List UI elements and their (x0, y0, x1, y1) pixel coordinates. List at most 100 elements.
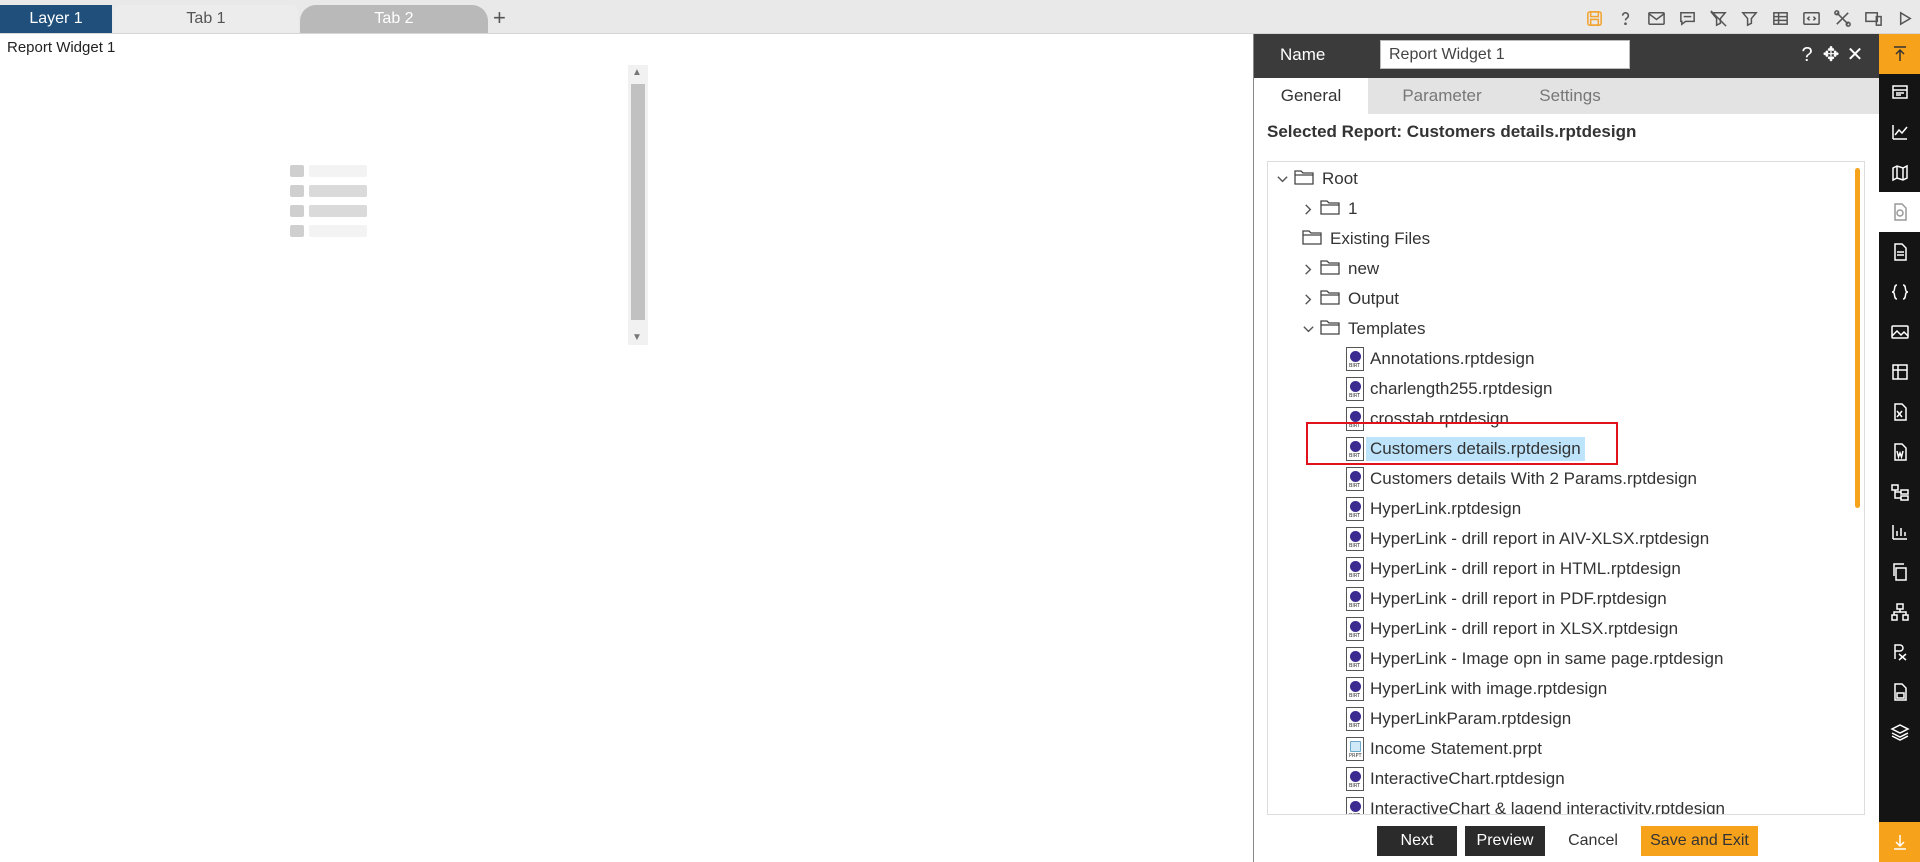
tree-file[interactable]: BIRT crosstab.rptdesign (1346, 406, 1509, 432)
birt-file-icon: BIRT (1346, 707, 1364, 731)
tree-item-label: HyperLink - drill report in XLSX.rptdesi… (1370, 619, 1679, 638)
tree-file[interactable]: BIRT HyperLink - drill report in AIV-XLSX… (1346, 526, 1709, 552)
scroll-up-icon[interactable]: ▲ (632, 67, 642, 78)
chevron-right-icon[interactable] (1300, 293, 1316, 306)
tree-file[interactable]: PRPT Income Statement.prpt (1346, 736, 1542, 762)
tree-file[interactable]: BIRT HyperLink - drill report in HTML.rpt… (1346, 556, 1681, 582)
image-icon[interactable] (1879, 312, 1920, 352)
next-button[interactable]: Next (1377, 826, 1457, 856)
tree-file[interactable]: BIRT InteractiveChart & lagend interactiv… (1346, 796, 1725, 814)
add-tab-button[interactable]: + (493, 4, 506, 32)
comment-icon[interactable] (1672, 5, 1703, 31)
folder-icon (1320, 289, 1348, 310)
table-icon[interactable] (1765, 5, 1796, 31)
tree-item-label: Annotations.rptdesign (1370, 349, 1535, 368)
word-icon[interactable] (1879, 432, 1920, 472)
layers-icon[interactable] (1879, 712, 1920, 752)
tree-folder[interactable]: Templates (1300, 316, 1425, 342)
tree-folder[interactable]: Root (1274, 166, 1358, 192)
cancel-button[interactable]: Cancel (1553, 826, 1633, 856)
help-icon[interactable]: ? (1796, 44, 1818, 66)
widget-icon[interactable] (1879, 72, 1920, 112)
properties-panel: Name ? ✥ ✕ General Parameter Settings Se… (1253, 34, 1879, 862)
grid-icon[interactable] (1879, 352, 1920, 392)
chevron-down-icon[interactable] (1300, 323, 1316, 336)
folder-icon (1320, 259, 1348, 280)
birt-file-icon: BIRT (1346, 677, 1364, 701)
chevron-down-icon[interactable] (1274, 173, 1290, 186)
widget-name-input[interactable] (1380, 40, 1630, 69)
save-and-exit-button[interactable]: Save and Exit (1641, 826, 1758, 856)
embed-icon[interactable] (1796, 5, 1827, 31)
scroll-top-icon[interactable] (1879, 34, 1920, 74)
hierarchy-icon[interactable] (1879, 592, 1920, 632)
play-icon[interactable] (1889, 5, 1920, 31)
save-icon[interactable] (1579, 5, 1610, 31)
tree-file[interactable]: BIRT HyperLinkParam.rptdesign (1346, 706, 1571, 732)
tree-folder[interactable]: 1 (1300, 196, 1357, 222)
download-icon[interactable] (1879, 822, 1920, 862)
save-file-icon[interactable] (1879, 672, 1920, 712)
tree-file[interactable]: BIRT Customers details.rptdesign (1346, 436, 1585, 462)
formula-icon[interactable] (1879, 632, 1920, 672)
scroll-down-icon[interactable]: ▼ (632, 332, 642, 343)
tree-file[interactable]: BIRT Annotations.rptdesign (1346, 346, 1534, 372)
folder-icon (1294, 169, 1322, 190)
tab-parameter[interactable]: Parameter (1376, 78, 1508, 114)
birt-file-icon: BIRT (1346, 527, 1364, 551)
chevron-right-icon[interactable] (1300, 263, 1316, 276)
tree-file[interactable]: BIRT HyperLink.rptdesign (1346, 496, 1521, 522)
widget-scrollbar[interactable]: ▲ ▼ (628, 65, 648, 345)
help-icon[interactable] (1610, 5, 1641, 31)
widget-title: Report Widget 1 (7, 39, 116, 56)
devices-icon[interactable] (1858, 5, 1889, 31)
tab-settings[interactable]: Settings (1512, 78, 1628, 114)
tree-file[interactable]: BIRT HyperLink with image.rptdesign (1346, 676, 1607, 702)
tree-item-label: Root (1322, 169, 1358, 188)
document-icon[interactable] (1879, 232, 1920, 272)
tree-folder[interactable]: new (1300, 256, 1379, 282)
tree-item-label: HyperLinkParam.rptdesign (1370, 709, 1572, 728)
bar-chart-icon[interactable] (1879, 512, 1920, 552)
tree-folder[interactable]: Output (1300, 286, 1399, 312)
map-icon[interactable] (1879, 152, 1920, 192)
widget-sidebar (1879, 34, 1920, 862)
report-widget-icon[interactable] (1879, 192, 1920, 232)
layer-tab[interactable]: Layer 1 (0, 5, 112, 33)
mail-icon[interactable] (1641, 5, 1672, 31)
tree-item-label: Templates (1348, 319, 1426, 338)
clear-filter-icon[interactable] (1703, 5, 1734, 31)
folder-icon (1320, 319, 1348, 340)
tree-scrollbar[interactable] (1855, 168, 1860, 508)
tree-file[interactable]: BIRT InteractiveChart.rptdesign (1346, 766, 1565, 792)
chart-icon[interactable] (1879, 112, 1920, 152)
tree-folder[interactable]: Existing Files (1302, 226, 1430, 252)
filter-icon[interactable] (1734, 5, 1765, 31)
tree-item-label: HyperLink - drill report in HTML.rptdesi… (1370, 559, 1681, 578)
tab-2[interactable]: Tab 2 (300, 5, 488, 33)
tab-1[interactable]: Tab 1 (114, 5, 298, 33)
tree-item-label: Output (1348, 289, 1400, 308)
move-icon[interactable]: ✥ (1820, 44, 1842, 66)
close-icon[interactable]: ✕ (1844, 44, 1866, 66)
code-icon[interactable] (1879, 272, 1920, 312)
tree-file[interactable]: BIRT Customers details With 2 Params.rptd… (1346, 466, 1697, 492)
tree-item-label: Customers details With 2 Params.rptdesig… (1370, 469, 1697, 488)
excel-icon[interactable] (1879, 392, 1920, 432)
tree-item-label: HyperLink with image.rptdesign (1370, 679, 1608, 698)
tree-item-label: new (1348, 259, 1380, 278)
scroll-thumb[interactable] (631, 84, 645, 320)
tools-icon[interactable] (1827, 5, 1858, 31)
birt-file-icon: BIRT (1346, 377, 1364, 401)
tree-file[interactable]: BIRT charlength255.rptdesign (1346, 376, 1552, 402)
tree-file[interactable]: BIRT HyperLink - drill report in PDF.rptd… (1346, 586, 1667, 612)
copy-icon[interactable] (1879, 552, 1920, 592)
preview-button[interactable]: Preview (1465, 826, 1545, 856)
tree-file[interactable]: BIRT HyperLink - Image opn in same page.r… (1346, 646, 1723, 672)
tree-map-icon[interactable] (1879, 472, 1920, 512)
tree-file[interactable]: BIRT HyperLink - drill report in XLSX.rpt… (1346, 616, 1678, 642)
top-tab-bar: Layer 1 Tab 1 Tab 2 + (0, 0, 1920, 34)
dashboard-canvas[interactable]: Report Widget 1 ▲ ▼ (0, 35, 1253, 858)
chevron-right-icon[interactable] (1300, 203, 1316, 216)
tab-general[interactable]: General (1254, 78, 1368, 114)
